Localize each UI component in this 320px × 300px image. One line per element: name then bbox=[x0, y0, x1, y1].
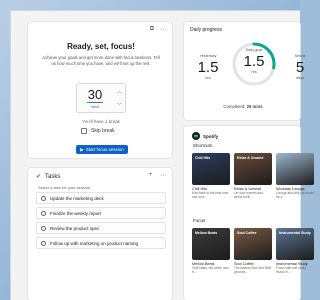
playlist-tile[interactable]: Soul Coffee Soul Coffee The tastiest Sou… bbox=[234, 228, 272, 274]
shortcuts-label: Shortcuts bbox=[193, 143, 213, 148]
completed-value: 25 mins bbox=[246, 104, 263, 109]
cover-title: Chill Hits bbox=[195, 156, 211, 160]
tasks-header: ✔ Tasks bbox=[36, 173, 61, 181]
cover-title: Mellow Beats bbox=[195, 231, 218, 235]
start-focus-label: Start focus session bbox=[85, 147, 124, 152]
todo-check-icon: ✔ bbox=[36, 174, 42, 180]
timer-unit: mins bbox=[90, 104, 100, 109]
breaks-note: You'll have 1 break bbox=[82, 119, 120, 124]
focus-title: Ready, set, focus! bbox=[67, 42, 135, 51]
daily-progress-card: Daily progress Yesterday 1.5 hrs Daily g… bbox=[183, 21, 305, 121]
timer-value[interactable]: 30 bbox=[77, 87, 113, 102]
playlist-tile[interactable]: Chill Hits Chill Hits Kick back to the b… bbox=[192, 153, 230, 199]
streak-value: 5 bbox=[295, 59, 305, 76]
playlist-cover bbox=[276, 153, 314, 185]
spotify-card: Spotify Shortcuts Chill Hits Chill Hits … bbox=[183, 125, 314, 300]
task-label: Follow up with marketing on product nami… bbox=[50, 240, 139, 246]
focus-card-toolbar: ⧉ ⋯ bbox=[150, 26, 166, 33]
skip-break-label: Skip break bbox=[91, 128, 115, 134]
playlist-desc: Kick back to the best new and rece... bbox=[192, 191, 229, 199]
timer-arrows: ︿ ﹀ bbox=[113, 84, 126, 112]
task-item[interactable]: Follow up with marketing on product nami… bbox=[36, 237, 166, 249]
playlist-tile[interactable]: Workday Lounge Lounge and chill out musi… bbox=[276, 153, 314, 199]
playlist-cover: Relax & Unwind bbox=[234, 153, 272, 185]
spotify-header: Spotify bbox=[192, 132, 218, 140]
mini-mode-icon[interactable]: ⧉ bbox=[150, 26, 154, 33]
task-item[interactable]: Review the product spec bbox=[36, 222, 166, 234]
completed-label: Completed: bbox=[223, 104, 246, 109]
focus-subtitle: Achieve your goals and get more done wit… bbox=[42, 55, 160, 66]
more-options-icon[interactable]: ⋯ bbox=[160, 172, 166, 179]
tasks-hint: Select a task for your session bbox=[38, 185, 91, 190]
yesterday-unit: hrs bbox=[205, 76, 211, 80]
cover-title: Relax & Unwind bbox=[237, 156, 264, 160]
daily-goal-stat: Daily goal 1.5 hrs bbox=[231, 48, 277, 74]
playlist-desc: Let your worries and stress melt... bbox=[234, 191, 263, 199]
task-label: Update the marketing deck bbox=[50, 195, 104, 201]
yesterday-label: Yesterday bbox=[199, 54, 217, 58]
playlist-cover: Mellow Beats bbox=[192, 228, 230, 260]
playlist-tile[interactable]: Mellow Beats Mellow Beats Chill beats, l… bbox=[192, 228, 230, 274]
focus-row: Mellow Beats Mellow Beats Chill beats, l… bbox=[192, 228, 314, 274]
daily-progress-title: Daily progress bbox=[190, 27, 222, 33]
task-list: Update the marketing deck Finalize the w… bbox=[36, 192, 166, 252]
daily-goal-unit: hrs bbox=[251, 70, 257, 74]
task-radio[interactable] bbox=[41, 195, 46, 201]
timer-stepper[interactable]: 30 mins ︿ ﹀ bbox=[76, 83, 126, 113]
cover-title: Soul Coffee bbox=[237, 231, 257, 235]
shortcuts-row: Chill Hits Chill Hits Kick back to the b… bbox=[192, 153, 314, 199]
yesterday-stat: Yesterday 1.5 hrs bbox=[188, 54, 228, 80]
task-label: Review the product spec bbox=[50, 225, 100, 231]
tasks-actions: + ⋯ bbox=[148, 172, 166, 179]
focus-session-card: ⧉ ⋯ Ready, set, focus! Achieve your goal… bbox=[27, 21, 173, 159]
completed-summary: Completed: 25 mins bbox=[184, 104, 302, 109]
playlist-tile[interactable]: Instrumental Study Instrumental Study Fo… bbox=[276, 228, 314, 274]
task-radio[interactable] bbox=[41, 225, 46, 231]
playlist-cover: Instrumental Study bbox=[276, 228, 314, 260]
add-task-icon[interactable]: + bbox=[148, 172, 152, 179]
yesterday-value: 1.5 bbox=[197, 59, 219, 76]
task-item[interactable]: Update the marketing deck bbox=[36, 192, 166, 204]
focus-label: Focus bbox=[193, 218, 206, 223]
playlist-tile[interactable]: Relax & Unwind Relax & Unwind Let your w… bbox=[234, 153, 272, 199]
play-icon: ▶ bbox=[80, 146, 84, 152]
playlist-desc: The tastiest Soul and R&B grooves... bbox=[234, 266, 272, 274]
start-focus-button[interactable]: ▶ Start focus session bbox=[76, 145, 128, 154]
playlist-desc: Chill beats, lofi vibes, new tr... bbox=[192, 266, 229, 274]
task-radio[interactable] bbox=[41, 210, 46, 216]
playlist-desc: Lounge and chill out music for y... bbox=[276, 191, 314, 199]
streak-stat: Streak 5 days bbox=[282, 54, 318, 80]
daily-goal-value: 1.5 bbox=[243, 53, 265, 70]
playlist-cover: Soul Coffee bbox=[234, 228, 272, 260]
playlist-desc: Focus with soft study music in... bbox=[276, 266, 306, 274]
chevron-down-icon[interactable]: ﹀ bbox=[117, 102, 122, 109]
skip-break-checkbox[interactable] bbox=[81, 128, 87, 134]
more-options-icon[interactable]: ⋯ bbox=[160, 26, 166, 33]
tasks-card: ✔ Tasks + ⋯ Select a task for your sessi… bbox=[27, 167, 173, 300]
skip-break-row[interactable]: Skip break bbox=[81, 128, 115, 134]
daily-goal-label: Daily goal bbox=[245, 48, 263, 52]
task-label: Finalize the weekly report bbox=[50, 210, 102, 216]
spotify-brand: Spotify bbox=[203, 133, 219, 139]
chevron-up-icon[interactable]: ︿ bbox=[117, 88, 122, 95]
task-item[interactable]: Finalize the weekly report bbox=[36, 207, 166, 219]
focus-sessions-window: ⧉ ⋯ Ready, set, focus! Achieve your goal… bbox=[10, 10, 314, 300]
streak-unit: days bbox=[295, 76, 305, 80]
timer-underline bbox=[87, 102, 103, 103]
playlist-cover: Chill Hits bbox=[192, 153, 230, 185]
cover-title: Instrumental Study bbox=[279, 231, 311, 235]
tasks-title: Tasks bbox=[45, 173, 61, 180]
task-radio[interactable] bbox=[41, 240, 46, 246]
streak-label: Streak bbox=[294, 54, 306, 58]
spotify-logo-icon bbox=[192, 132, 200, 140]
